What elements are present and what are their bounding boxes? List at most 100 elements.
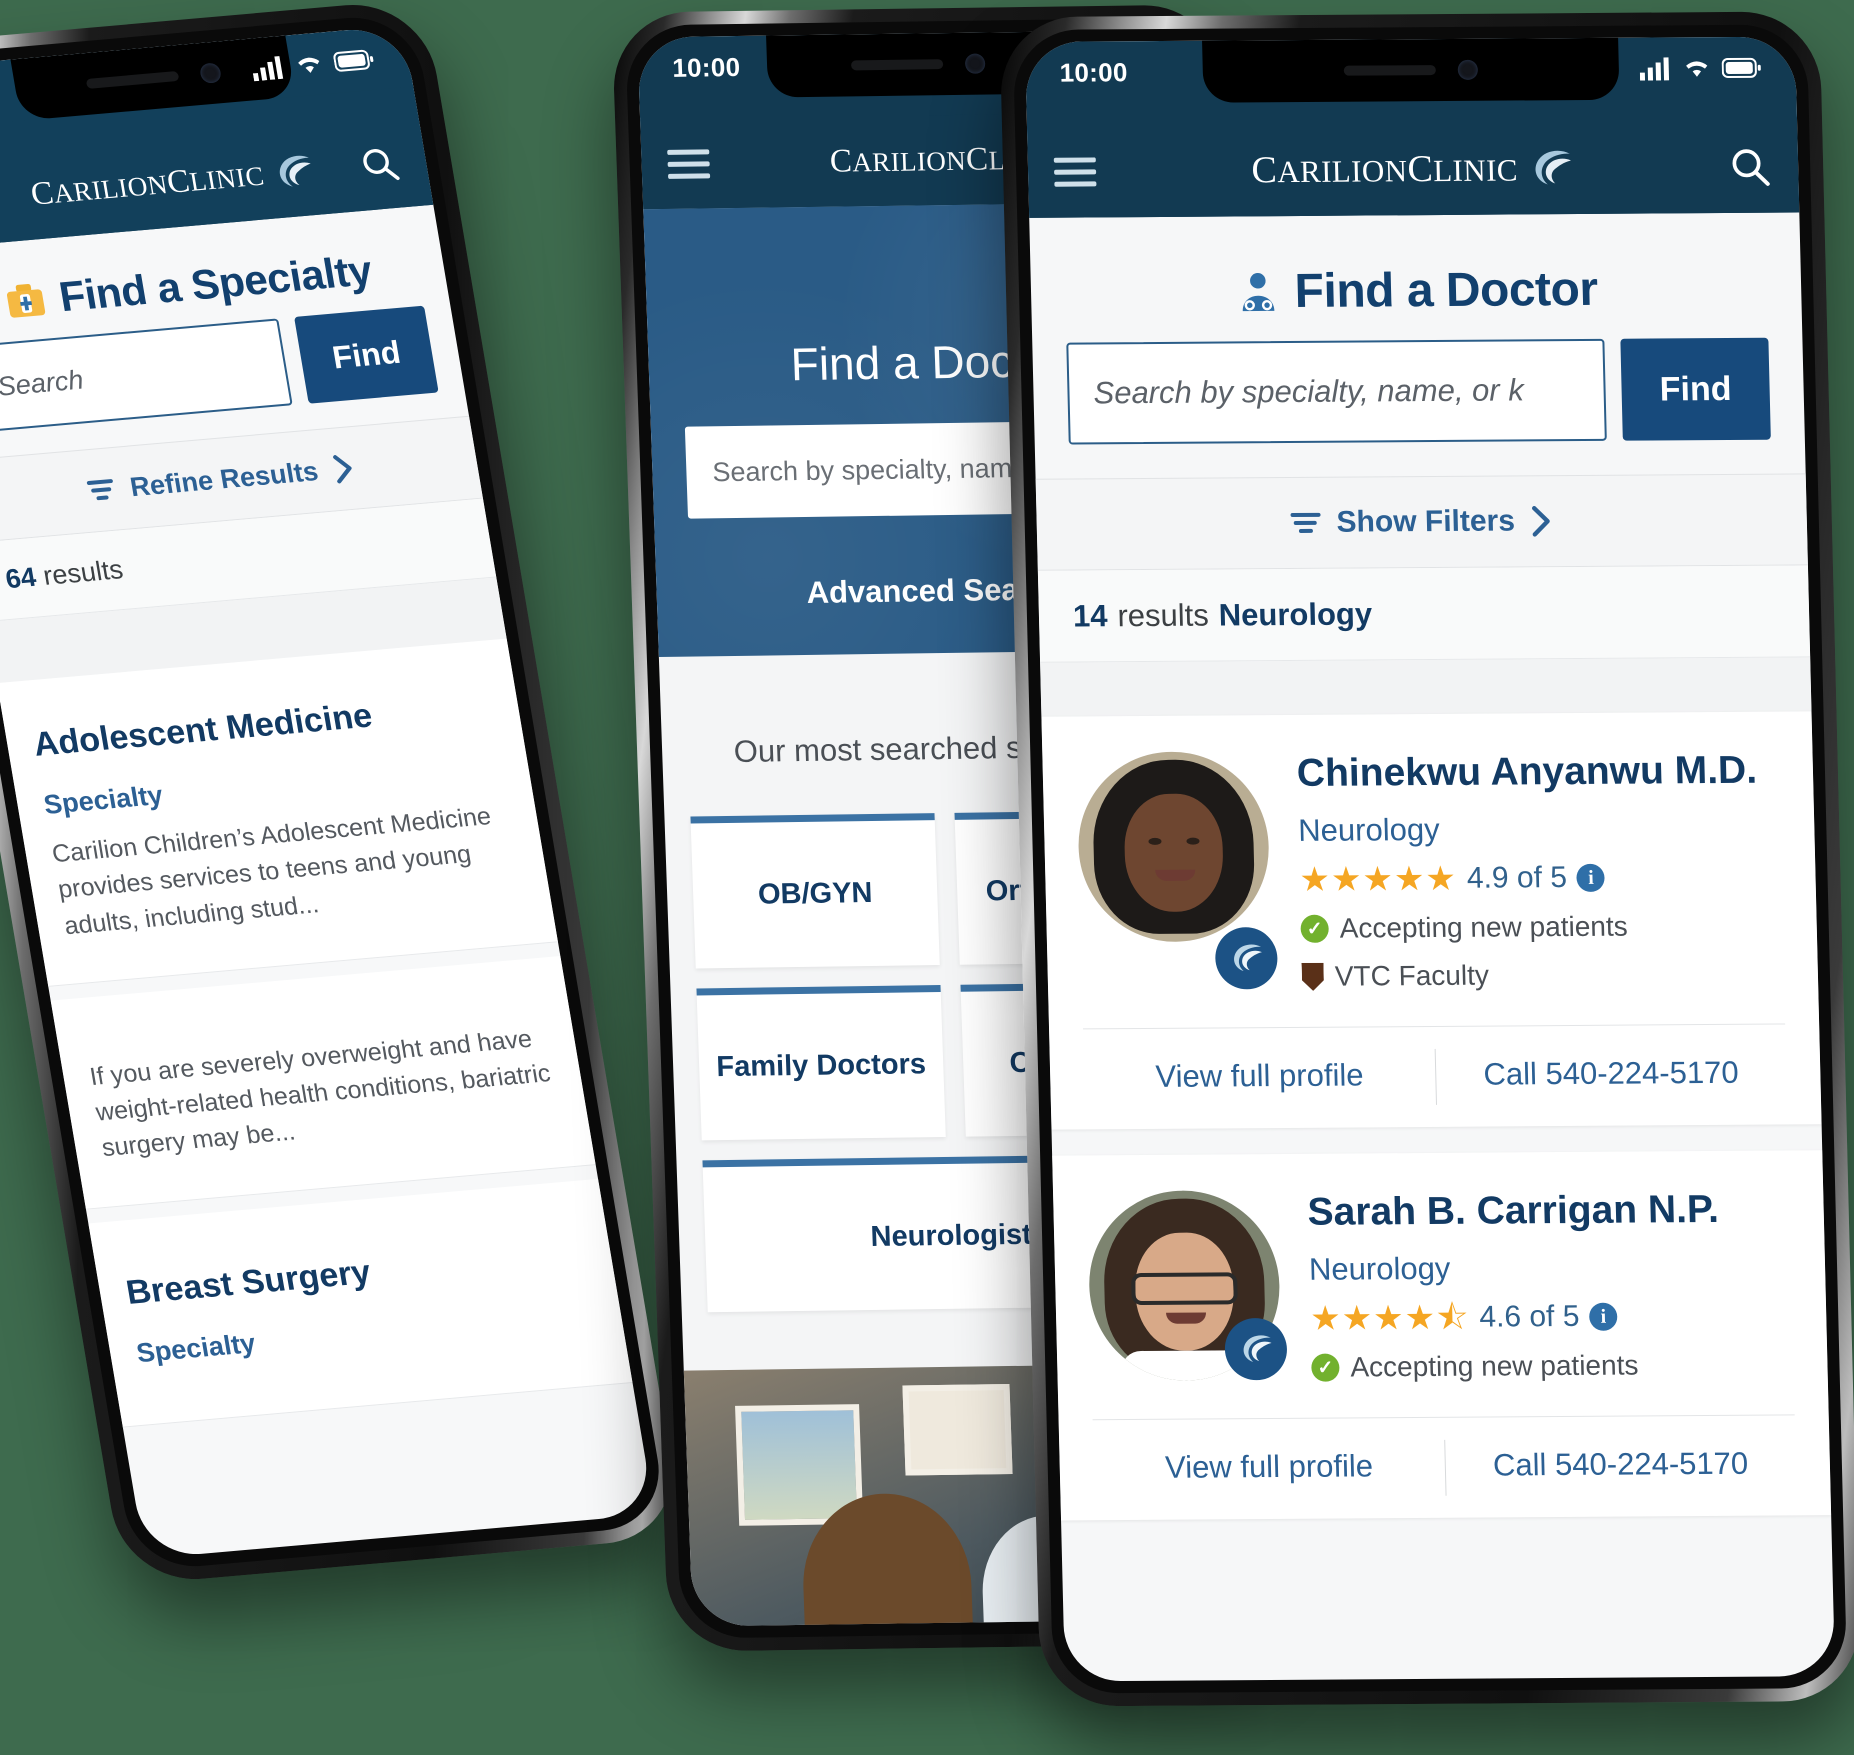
page-title: Find a Doctor — [1029, 213, 1802, 343]
doctor-info: Chinekwu Anyanwu M.D. Neurology ★★★★★ 4.… — [1296, 748, 1784, 993]
show-filters-row[interactable]: Show Filters — [1035, 473, 1808, 571]
brand-wordmark: CARILIONCLINIC — [1250, 148, 1519, 192]
specialty-card[interactable]: Adolescent Medicine Specialty Carilion C… — [0, 638, 558, 987]
battery-icon — [1721, 57, 1761, 79]
doctor-info: Sarah B. Carrigan N.P. Neurology ★★★★⯪ 4… — [1307, 1186, 1794, 1383]
doctor-icon — [1242, 272, 1274, 311]
carilion-swoosh-icon — [279, 155, 311, 187]
specialty-card[interactable]: Breast Surgery Specialty — [88, 1178, 633, 1428]
info-icon[interactable]: i — [1589, 1302, 1618, 1331]
view-profile-link[interactable]: View full profile — [1093, 1418, 1446, 1520]
results-count: 64 — [3, 561, 39, 595]
refine-results-label: Refine Results — [127, 455, 321, 502]
specialty-card-title: Adolescent Medicine — [30, 696, 375, 764]
star-rating-icon: ★★★★⯪ — [1309, 1298, 1470, 1338]
doctor-card[interactable]: Sarah B. Carrigan N.P. Neurology ★★★★⯪ 4… — [1052, 1150, 1832, 1521]
list-spacer — [1040, 657, 1812, 717]
accepting-patients-badge: ✓ Accepting new patients — [1300, 910, 1783, 945]
specialty-card-description: If you are severely overweight and have … — [87, 1024, 553, 1163]
search-row: Search by specialty, name, or k Find — [1066, 337, 1771, 445]
carilion-swoosh-icon — [1535, 150, 1571, 185]
phone-left-bezel: 10:00 CARILIONCLINIC Find a Specialty Se… — [0, 12, 669, 1572]
doctor-card-body: Chinekwu Anyanwu M.D. Neurology ★★★★★ 4.… — [1076, 748, 1784, 995]
accepting-patients-label: Accepting new patients — [1350, 1349, 1639, 1383]
avatar-wrapper — [1087, 1190, 1288, 1385]
info-icon[interactable]: i — [1576, 863, 1606, 892]
specialty-tile[interactable]: OB/GYN — [690, 813, 940, 969]
check-circle-icon: ✓ — [1311, 1353, 1340, 1382]
carilion-swoosh-icon — [1234, 944, 1262, 972]
phone-right-screen: 10:00 CARILIONCLINIC Find a Doctor Searc… — [1024, 36, 1836, 1682]
cellular-signal-icon — [252, 56, 284, 82]
avatar-eye — [1148, 837, 1162, 845]
cellular-signal-icon — [1639, 57, 1670, 81]
carilion-clinic-logo[interactable]: CARILIONCLINIC — [1251, 146, 1576, 192]
search-input[interactable]: Search — [0, 318, 293, 433]
doctor-card-actions: View full profile Call 540-224-5170 — [1083, 1023, 1788, 1130]
filter-icon — [1290, 512, 1321, 533]
results-count-row: 14 results Neurology — [1037, 565, 1811, 663]
call-link[interactable]: Call 540-224-5170 — [1444, 1415, 1797, 1517]
faculty-badge: VTC Faculty — [1301, 958, 1784, 993]
medical-bag-icon — [7, 283, 46, 318]
menu-icon[interactable] — [1053, 156, 1097, 187]
rating-value: 4.9 of 5 — [1466, 861, 1568, 895]
avatar-mouth — [1165, 1312, 1207, 1324]
avatar-face — [1122, 793, 1225, 912]
call-link[interactable]: Call 540-224-5170 — [1435, 1025, 1788, 1127]
phone-left: 10:00 CARILIONCLINIC Find a Specialty Se… — [0, 0, 684, 1586]
specialty-card-subtitle: Specialty — [134, 1327, 258, 1368]
right-navbar: CARILIONCLINIC — [1026, 120, 1800, 218]
doctor-rating: ★★★★★ 4.9 of 5 i — [1299, 859, 1782, 899]
results-word: results — [40, 554, 126, 591]
accepting-patients-badge: ✓ Accepting new patients — [1311, 1348, 1794, 1383]
specialty-card-title: Breast Surgery — [123, 1252, 374, 1312]
status-bar: 10:00 — [1025, 37, 1797, 104]
search-icon[interactable] — [1730, 147, 1771, 187]
accepting-patients-label: Accepting new patients — [1339, 910, 1629, 944]
show-filters-label: Show Filters — [1336, 504, 1516, 539]
search-input[interactable]: Search by specialty, name, or k — [1066, 338, 1607, 445]
phone-right-bezel: 10:00 CARILIONCLINIC Find a Doctor Searc… — [1012, 24, 1848, 1694]
doctor-rating: ★★★★⯪ 4.6 of 5 i — [1309, 1298, 1793, 1338]
star-rating-icon: ★★★★★ — [1299, 859, 1458, 899]
phone-right: 10:00 CARILIONCLINIC Find a Doctor Searc… — [999, 11, 1854, 1707]
status-time: 10:00 — [0, 76, 3, 112]
chevron-right-icon — [1532, 506, 1550, 537]
chevron-right-icon — [332, 455, 352, 484]
right-header: 10:00 CARILIONCLINIC — [1024, 36, 1800, 218]
status-indicators — [250, 47, 376, 82]
doctor-name: Sarah B. Carrigan N.P. — [1307, 1187, 1720, 1234]
avatar-wrapper — [1076, 751, 1279, 994]
avatar-glasses — [1130, 1271, 1239, 1306]
avatar-eye — [1186, 837, 1200, 845]
brand-wordmark: CCarilionARILIONCLINIC — [28, 160, 267, 213]
menu-icon[interactable] — [667, 148, 711, 179]
specialty-tile[interactable]: Family Doctors — [696, 985, 946, 1141]
doctor-card-actions: View full profile Call 540-224-5170 — [1092, 1414, 1798, 1521]
doctor-card[interactable]: Chinekwu Anyanwu M.D. Neurology ★★★★★ 4.… — [1041, 711, 1822, 1130]
phone-mockup-stage: 10:00 CARILIONCLINIC Find a Specialty Se… — [0, 0, 1854, 1755]
battery-icon — [333, 49, 374, 72]
specialty-card-description: Carilion Children’s Adolescent Medicine … — [49, 802, 494, 940]
search-icon[interactable] — [359, 145, 401, 184]
shield-icon — [1302, 963, 1325, 991]
page-title-text: Find a Doctor — [1294, 262, 1599, 319]
filter-icon — [86, 478, 116, 501]
carilion-badge-icon — [1214, 927, 1279, 990]
doctor-name: Chinekwu Anyanwu M.D. — [1296, 748, 1758, 795]
right-search-area: Search by specialty, name, or k Find — [1032, 337, 1805, 478]
find-button[interactable]: Find — [1620, 337, 1771, 441]
avatar — [1076, 751, 1271, 943]
view-profile-link[interactable]: View full profile — [1083, 1027, 1436, 1129]
specialty-card[interactable]: If you are severely overweight and have … — [50, 955, 596, 1210]
rating-value: 4.6 of 5 — [1478, 1299, 1580, 1334]
faculty-label: VTC Faculty — [1334, 959, 1490, 992]
status-time: 10:00 — [1059, 56, 1129, 88]
carilion-clinic-logo[interactable]: CCarilionARILIONCLINIC — [28, 152, 318, 213]
doctor-card-body: Sarah B. Carrigan N.P. Neurology ★★★★⯪ 4… — [1087, 1186, 1794, 1385]
find-button[interactable]: Find — [294, 305, 439, 404]
doctor-specialty: Neurology — [1297, 811, 1441, 848]
status-time: 10:00 — [671, 51, 741, 83]
results-count: 14 — [1072, 597, 1108, 634]
